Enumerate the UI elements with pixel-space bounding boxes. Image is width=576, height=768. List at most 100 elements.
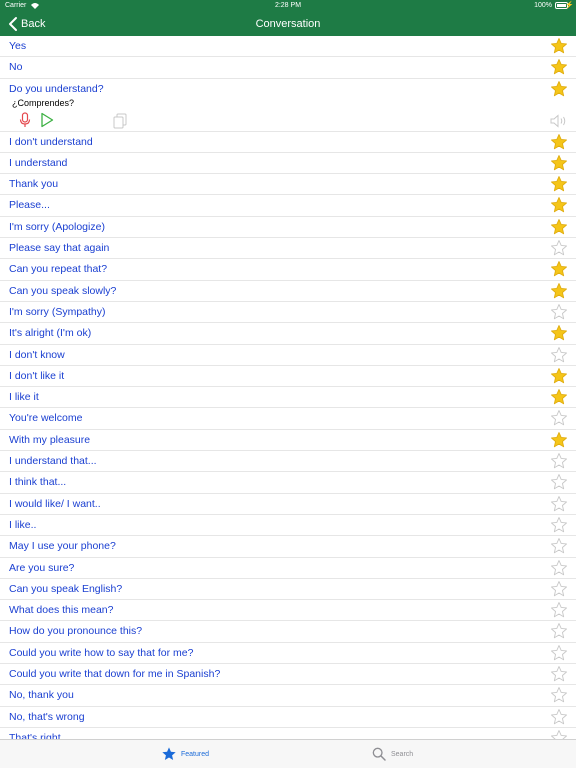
phrase-text: Could you write how to say that for me? <box>9 646 194 659</box>
star-outline-icon[interactable] <box>550 580 568 598</box>
list-item[interactable]: Thank you <box>0 174 576 196</box>
translation-text: ¿Comprendes? <box>12 97 75 108</box>
list-item[interactable]: I'm sorry (Sympathy) <box>0 302 576 324</box>
star-filled-icon[interactable] <box>550 324 568 342</box>
microphone-icon[interactable] <box>19 111 31 128</box>
list-item[interactable]: It's alright (I'm ok) <box>0 323 576 345</box>
list-item[interactable]: What does this mean? <box>0 600 576 622</box>
star-outline-icon[interactable] <box>550 559 568 577</box>
star-filled-icon[interactable] <box>550 218 568 236</box>
star-outline-icon[interactable] <box>550 303 568 321</box>
phrase-text: I like it <box>9 391 39 404</box>
phrase-text: Can you speak slowly? <box>9 284 117 297</box>
list-item[interactable]: Could you write that down for me in Span… <box>0 664 576 686</box>
phrase-text: That's right <box>9 731 61 739</box>
phrase-text: I don't like it <box>9 369 65 382</box>
star-outline-icon[interactable] <box>550 516 568 534</box>
phrase-text: Please... <box>9 199 50 212</box>
list-item[interactable]: Can you repeat that? <box>0 259 576 281</box>
navigation-bar: Back Conversation <box>0 12 576 36</box>
tab-featured-label: Featured <box>181 750 210 758</box>
list-item[interactable]: Are you sure? <box>0 558 576 579</box>
phrase-text: It's alright (I'm ok) <box>9 327 92 340</box>
phrase-list[interactable]: Yes No Do you understand? ¿Comprendes? I don… <box>0 36 576 739</box>
list-item[interactable]: I understand that... <box>0 451 576 473</box>
list-item[interactable]: I don't understand <box>0 132 576 153</box>
phrase-text: Do you understand? <box>9 82 104 95</box>
list-item[interactable]: Can you speak English? <box>0 579 576 601</box>
list-item[interactable]: You're welcome <box>0 408 576 430</box>
tab-bar: Featured Search <box>0 739 576 768</box>
list-item[interactable]: I like it <box>0 387 576 409</box>
star-outline-icon[interactable] <box>550 622 568 640</box>
list-item[interactable]: Can you speak slowly? <box>0 281 576 302</box>
star-outline-icon[interactable] <box>550 473 568 491</box>
list-item[interactable]: Yes <box>0 36 576 58</box>
clock: 2:28 PM <box>274 2 302 9</box>
star-outline-icon[interactable] <box>550 346 568 364</box>
star-outline-icon[interactable] <box>550 537 568 555</box>
battery-percentage: 100% <box>534 2 552 9</box>
phrase-text: Could you write that down for me in Span… <box>9 668 221 681</box>
phrase-text: I understand <box>9 156 68 169</box>
list-item[interactable]: How do you pronounce this? <box>0 621 576 643</box>
list-item[interactable]: I understand <box>0 153 576 175</box>
list-item[interactable]: Please... <box>0 195 576 217</box>
list-item[interactable]: With my pleasure <box>0 430 576 452</box>
list-item[interactable]: I'm sorry (Apologize) <box>0 217 576 239</box>
phrase-text: Can you repeat that? <box>9 263 108 276</box>
list-item[interactable]: No, thank you <box>0 685 576 707</box>
star-outline-icon[interactable] <box>550 708 568 726</box>
phrase-text: Yes <box>9 40 27 52</box>
phrase-text: Can you speak English? <box>9 582 123 595</box>
star-filled-icon[interactable] <box>550 175 568 193</box>
tab-featured[interactable]: Featured <box>161 740 209 768</box>
phrase-text: I like.. <box>9 518 37 531</box>
copy-icon[interactable] <box>113 113 127 129</box>
star-outline-icon[interactable] <box>550 409 568 427</box>
status-bar: Carrier 2:28 PM 100% ⚡ <box>0 0 576 12</box>
star-outline-icon[interactable] <box>550 601 568 619</box>
phrase-text: No, thank you <box>9 689 74 702</box>
speaker-icon[interactable] <box>550 113 568 128</box>
star-filled-icon[interactable] <box>550 37 568 55</box>
star-filled-icon[interactable] <box>550 154 568 172</box>
star-filled-icon[interactable] <box>550 367 568 385</box>
list-item[interactable]: I like.. <box>0 515 576 537</box>
list-item[interactable]: Please say that again <box>0 238 576 260</box>
list-item[interactable]: Could you write how to say that for me? <box>0 643 576 665</box>
star-outline-icon[interactable] <box>550 452 568 470</box>
star-filled-icon[interactable] <box>550 388 568 406</box>
star-filled-icon[interactable] <box>550 196 568 214</box>
star-outline-icon[interactable] <box>550 495 568 513</box>
phrase-text: What does this mean? <box>9 604 114 617</box>
list-item[interactable]: Do you understand? ¿Comprendes? <box>0 79 576 132</box>
list-item[interactable]: No <box>0 57 576 79</box>
list-item[interactable]: I think that... <box>0 472 576 494</box>
list-item[interactable]: That's right <box>0 728 576 739</box>
phrase-text: Please say that again <box>9 242 110 255</box>
star-filled-icon[interactable] <box>550 282 568 300</box>
phrase-text: I'm sorry (Sympathy) <box>9 305 106 318</box>
star-filled-icon[interactable] <box>550 260 568 278</box>
phrase-text: I don't know <box>9 348 65 361</box>
list-item[interactable]: I don't know <box>0 345 576 366</box>
phrase-text: I understand that... <box>9 455 97 468</box>
star-filled-icon[interactable] <box>550 58 568 76</box>
list-item[interactable]: I don't like it <box>0 366 576 388</box>
star-filled-icon[interactable] <box>550 80 568 98</box>
list-item[interactable]: May I use your phone? <box>0 536 576 558</box>
star-outline-icon[interactable] <box>550 239 568 257</box>
star-outline-icon[interactable] <box>550 729 568 739</box>
star-filled-icon[interactable] <box>550 431 568 449</box>
charging-icon: ⚡ <box>565 2 574 9</box>
star-filled-icon[interactable] <box>550 133 568 151</box>
list-item[interactable]: No, that's wrong <box>0 707 576 728</box>
phrase-text: No <box>9 61 23 74</box>
star-outline-icon[interactable] <box>550 686 568 704</box>
star-outline-icon[interactable] <box>550 665 568 683</box>
play-icon[interactable] <box>40 112 54 128</box>
list-item[interactable]: I would like/ I want.. <box>0 494 576 515</box>
star-outline-icon[interactable] <box>550 644 568 662</box>
tab-search[interactable]: Search <box>371 740 413 768</box>
